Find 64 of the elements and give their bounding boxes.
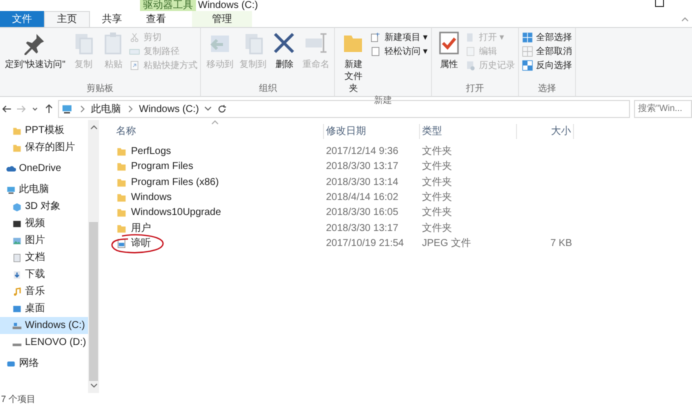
breadcrumb[interactable]: 此电脑	[91, 102, 121, 116]
sidebar-item[interactable]: OneDrive	[0, 160, 88, 177]
file-name[interactable]: Windows10Upgrade	[131, 205, 222, 220]
group-label: 选择	[536, 82, 557, 95]
column-header[interactable]: 类型	[420, 124, 517, 138]
sidebar-item[interactable]: 桌面	[0, 300, 88, 317]
group-label: 剪贴板	[86, 82, 115, 95]
sidebar-item[interactable]: 3D 对象	[0, 198, 88, 215]
breadcrumb[interactable]: Windows (C:)	[139, 102, 200, 116]
table-cell-text: 2018/3/30 16:05	[325, 206, 400, 220]
sidebar-item[interactable]: LENOVO (D:)	[0, 334, 88, 351]
ribbon-button[interactable]: 新建文件夹	[338, 31, 368, 94]
column-header[interactable]: 名称	[114, 124, 324, 138]
sidebar-item[interactable]: PPT模板	[0, 122, 88, 139]
item-count-text: 7 个项目	[0, 393, 37, 405]
table-cell-text: 文件夹	[421, 222, 453, 236]
ribbon-button[interactable]: 删除	[270, 31, 298, 82]
table-cell-text: 文件夹	[421, 176, 453, 190]
ribbon-button[interactable]: 全部取消	[522, 45, 572, 58]
ribbon-button[interactable]: 定到"快速访问"	[3, 31, 68, 82]
ribbon-button[interactable]: 轻松访问 ▾	[370, 45, 428, 58]
sidebar-item[interactable]: 保存的图片	[0, 139, 88, 156]
search-field[interactable]: 搜索"Win...	[634, 100, 692, 118]
table-cell-text: 2018/3/30 13:17	[325, 160, 400, 174]
file-name[interactable]: 谛听	[131, 236, 151, 251]
ribbon-tab[interactable]: 主页	[44, 11, 90, 27]
group-label: 打开	[464, 82, 485, 95]
ribbon-button[interactable]: 新建项目 ▾	[370, 31, 428, 44]
table-cell-text: 文件夹	[421, 160, 453, 174]
ribbon-button[interactable]: 属性	[434, 31, 463, 82]
column-header[interactable]: 修改日期	[324, 124, 420, 138]
sidebar-item[interactable]: 此电脑	[0, 181, 88, 198]
file-name[interactable]: Windows	[131, 190, 172, 206]
table-cell-text: 文件夹	[421, 144, 453, 160]
table-cell-text: 2017/10/19 21:54	[325, 236, 405, 251]
file-name[interactable]: Program Files (x86)	[131, 174, 219, 190]
sidebar-item[interactable]: Windows (C:)	[0, 317, 88, 334]
ribbon-button[interactable]: 全部选择	[522, 31, 572, 44]
file-name[interactable]: 用户	[131, 220, 151, 236]
column-header[interactable]: 大小	[517, 124, 574, 138]
table-cell-text: 文件夹	[421, 206, 453, 220]
ribbon-button[interactable]: 反向选择	[522, 59, 572, 72]
ribbon-tab[interactable]: 查看	[134, 11, 178, 27]
sidebar-item[interactable]: 下载	[0, 266, 88, 283]
table-cell-text: 2017/12/14 9:36	[325, 145, 400, 160]
sidebar-item[interactable]: 网络	[0, 355, 88, 372]
table-cell-text: 2018/4/14 16:02	[325, 191, 400, 206]
table-cell-text: 2018/3/30 13:17	[325, 222, 400, 236]
sidebar-item[interactable]: 音乐	[0, 283, 88, 300]
table-cell-text: JPEG 文件	[421, 236, 472, 251]
ribbon-tab[interactable]: 共享	[90, 11, 134, 27]
ribbon-tab[interactable]: 管理	[192, 11, 252, 27]
table-cell-text: 7 KB	[549, 236, 573, 251]
context-tab-header: 驱动器工具	[140, 0, 196, 11]
sidebar-item[interactable]: 视频	[0, 215, 88, 232]
file-menu-button[interactable]: 文件	[0, 11, 44, 27]
window-title: Windows (C:)	[198, 0, 258, 11]
group-label: 组织	[258, 82, 278, 95]
table-cell-text: 文件夹	[421, 190, 453, 206]
file-name[interactable]: PerfLogs	[131, 144, 172, 160]
sidebar-item[interactable]: 文档	[0, 249, 88, 266]
table-cell-text: 2018/3/30 13:14	[325, 176, 400, 190]
file-name[interactable]: Program Files	[131, 159, 194, 174]
sidebar-item[interactable]: 图片	[0, 232, 88, 249]
